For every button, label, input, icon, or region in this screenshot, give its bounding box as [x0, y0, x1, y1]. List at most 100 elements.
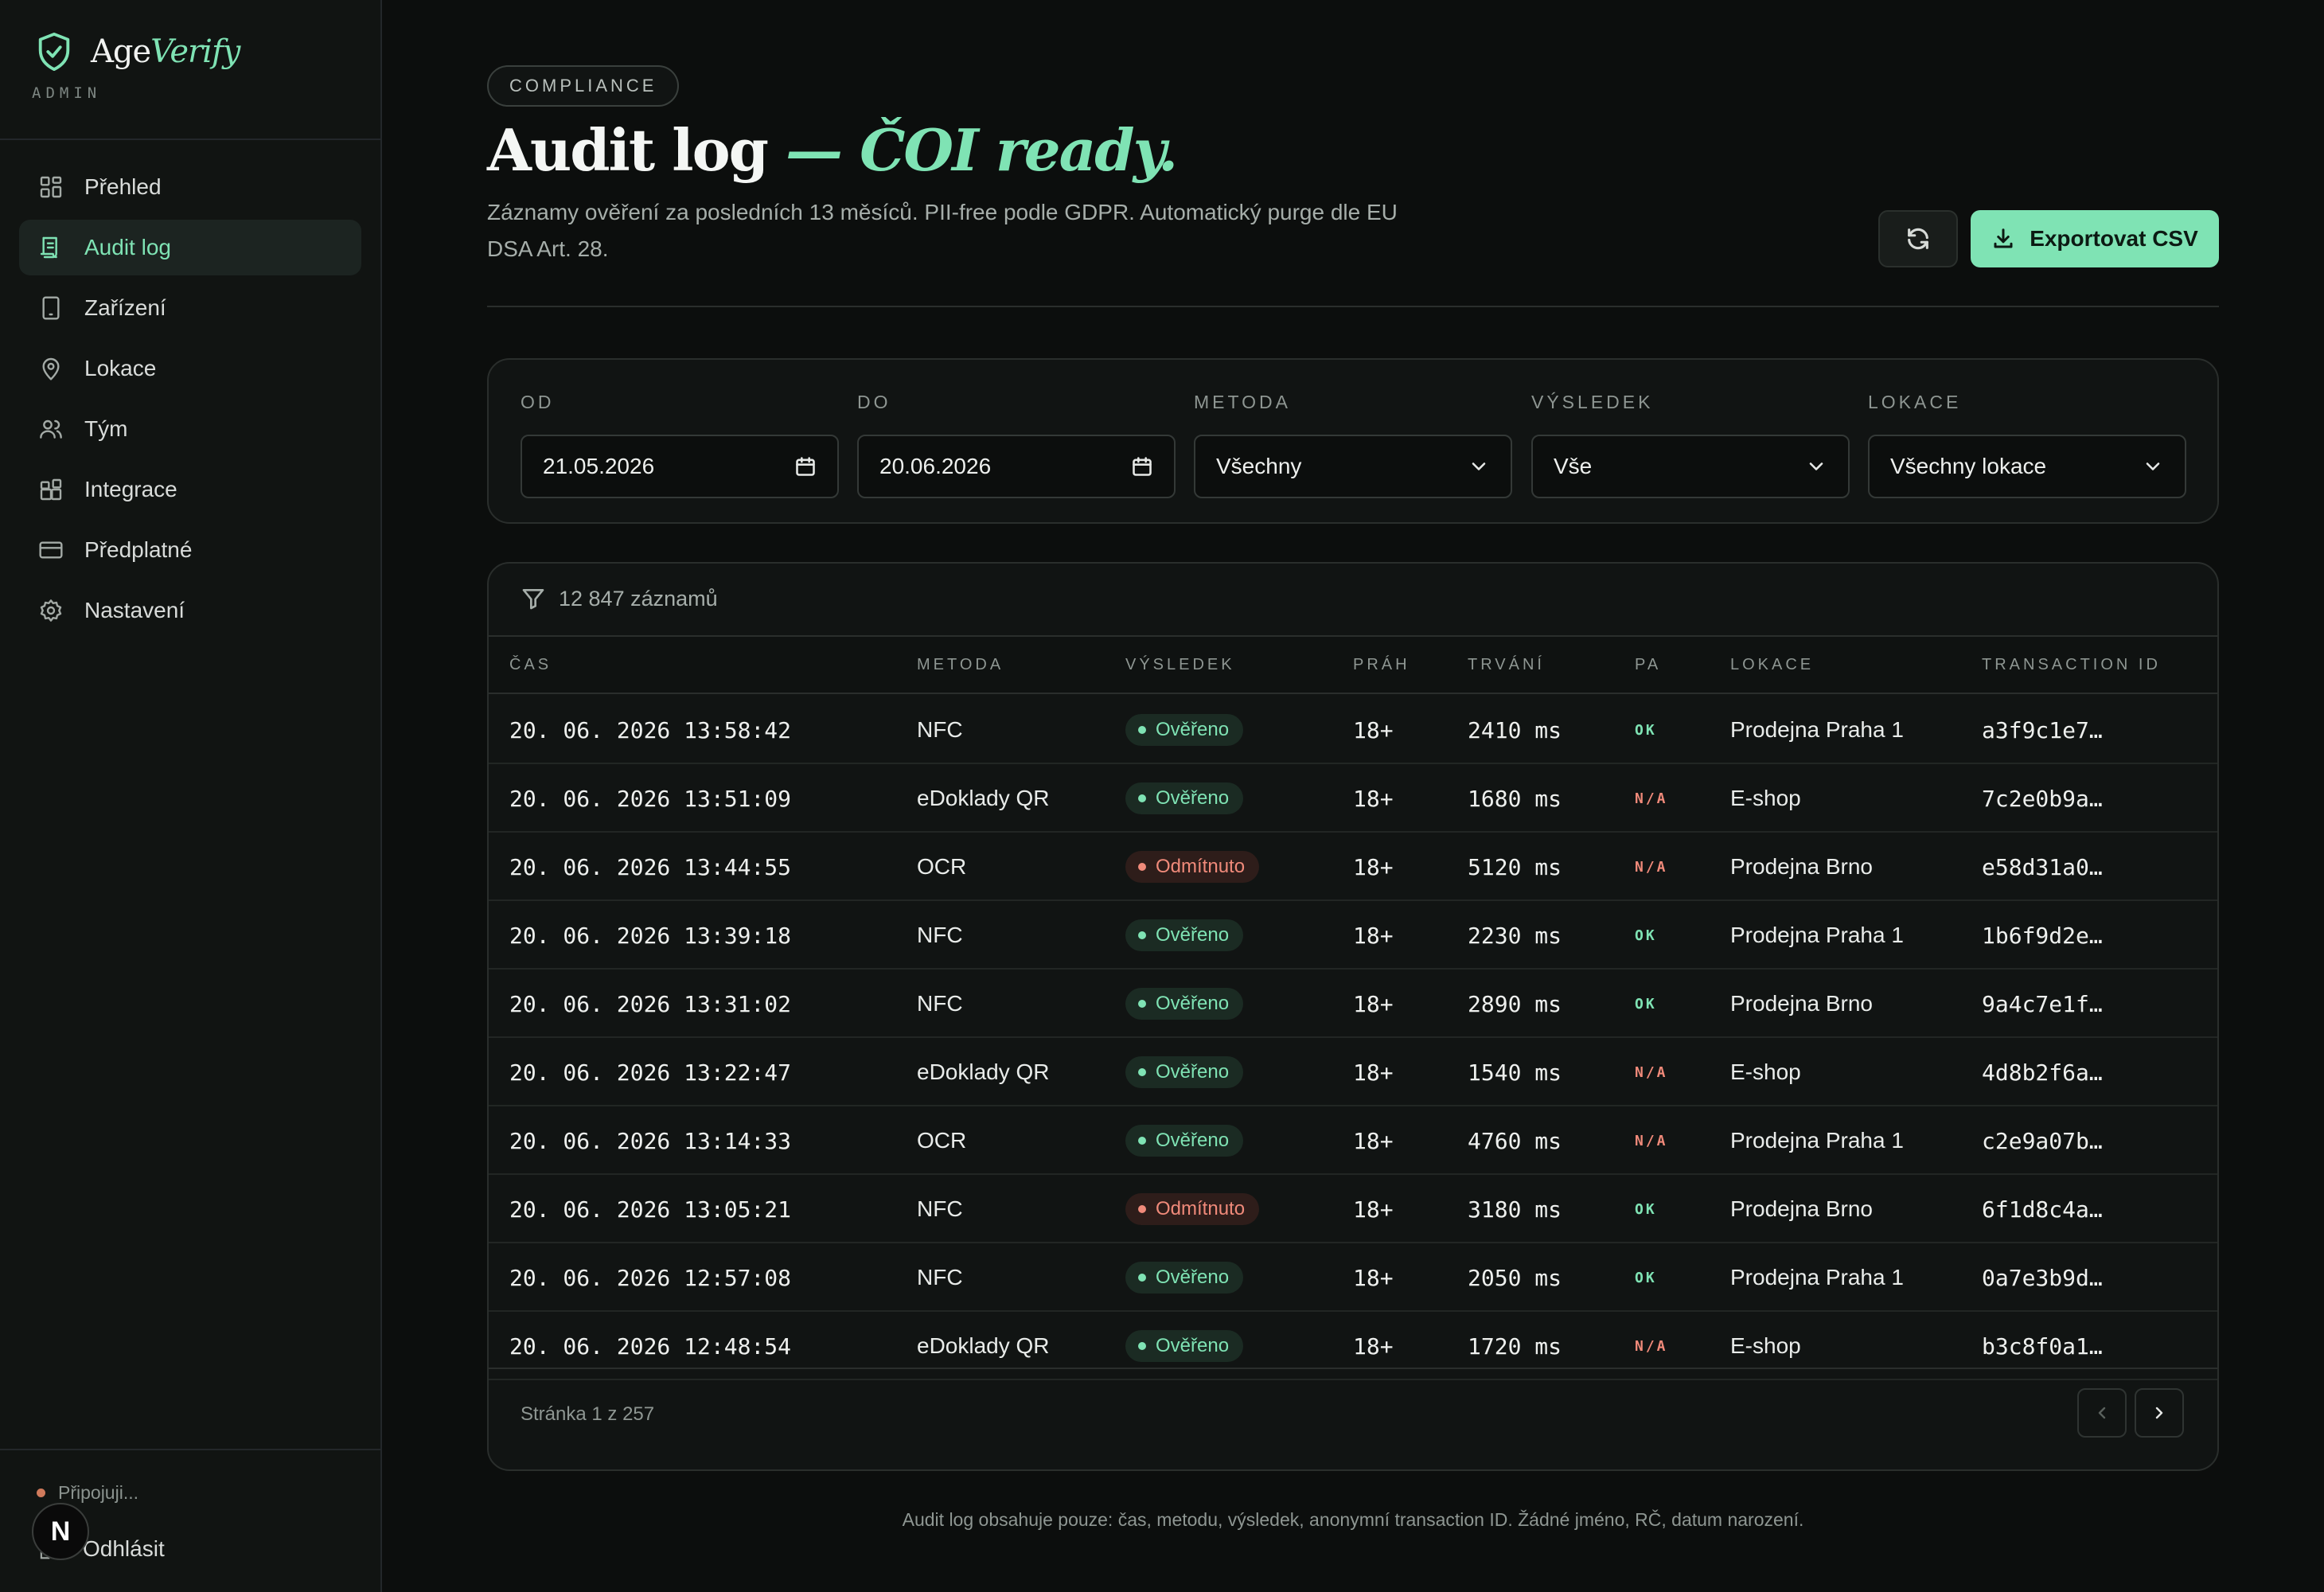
column-header-duration[interactable]: TRVÁNÍ [1468, 656, 1545, 674]
filter-location: LOKACE Všechny lokace [1868, 392, 2186, 498]
sidebar-item-prehled[interactable]: Přehled [19, 159, 361, 215]
status-dot [1138, 863, 1146, 871]
cell-transaction-id: a3f9c1e7… [1982, 696, 2103, 764]
pa-status: OK [1635, 721, 1657, 739]
status-badge-label: Odmítnuto [1156, 1198, 1246, 1219]
next-page-button[interactable] [2135, 1388, 2184, 1438]
export-csv-button[interactable]: Exportovat CSV [1971, 210, 2219, 267]
sidebar-item-tym[interactable]: Tým [19, 401, 361, 457]
cell-threshold-text: 18+ [1353, 1196, 1394, 1223]
shield-check-icon [35, 32, 73, 72]
filter-method: METODA Všechny [1194, 392, 1512, 498]
cell-result: Odmítnuto [1125, 833, 1260, 901]
cell-duration-text: 2890 ms [1468, 990, 1562, 1017]
column-header-time[interactable]: ČAS [509, 656, 552, 674]
column-header-transaction-id[interactable]: TRANSACTION ID [1982, 656, 2161, 674]
table-row[interactable]: 20. 06. 2026 13:14:33 OCR Ověřeno 18+ 4760 m… [489, 1106, 2217, 1175]
location-select[interactable]: Všechny lokace [1868, 435, 2186, 498]
table-row[interactable]: 20. 06. 2026 13:44:55 OCR Odmítnuto 18+ 5120… [489, 833, 2217, 901]
cell-method-text: eDoklady QR [917, 1333, 1050, 1358]
filter-label: VÝSLEDEK [1531, 392, 1654, 412]
sidebar-item-zarizeni[interactable]: Zařízení [19, 280, 361, 336]
column-header-pa[interactable]: PA [1635, 656, 1661, 674]
cell-transaction-id-text: 0a7e3b9d… [1982, 1264, 2103, 1291]
sidebar-item-lokace[interactable]: Lokace [19, 341, 361, 396]
cell-location-text: Prodejna Praha 1 [1730, 1265, 1904, 1290]
status-badge-label: Ověřeno [1156, 1266, 1230, 1288]
cell-time-text: 20. 06. 2026 12:57:08 [509, 1264, 792, 1291]
sidebar-item-predplatne[interactable]: Předplatné [19, 522, 361, 578]
brand-subtitle: ADMIN [32, 84, 102, 102]
cell-threshold: 18+ [1353, 1038, 1394, 1106]
connection-status-label: Připojuji... [58, 1482, 138, 1503]
status-badge-label: Ověřeno [1156, 1061, 1230, 1083]
avatar[interactable]: N [32, 1503, 89, 1560]
table-row[interactable]: 20. 06. 2026 13:51:09 eDoklady QR Ověřeno 1… [489, 764, 2217, 833]
result-select[interactable]: Vše [1531, 435, 1850, 498]
cell-method-text: NFC [917, 717, 963, 742]
logout-button[interactable]: Odhlásit [83, 1536, 165, 1562]
status-badge-label: Ověřeno [1156, 993, 1230, 1014]
filter-result: VÝSLEDEK Vše [1531, 392, 1850, 498]
cell-transaction-id-text: a3f9c1e7… [1982, 716, 2103, 743]
sidebar-item-audit-log[interactable]: Audit log [19, 220, 361, 275]
cell-duration-text: 3180 ms [1468, 1196, 1562, 1223]
cell-method-text: NFC [917, 1196, 963, 1221]
cell-method: NFC [917, 1175, 963, 1243]
cell-location-text: Prodejna Brno [1730, 991, 1874, 1016]
divider [487, 306, 2219, 307]
cell-transaction-id-text: b3c8f0a1… [1982, 1333, 2103, 1360]
cell-threshold: 18+ [1353, 1175, 1394, 1243]
refresh-icon [1908, 228, 1928, 250]
cell-transaction-id: c2e9a07b… [1982, 1106, 2103, 1175]
cell-method-text: eDoklady QR [917, 786, 1050, 810]
column-header-result[interactable]: VÝSLEDEK [1125, 656, 1235, 674]
cell-threshold: 18+ [1353, 1243, 1394, 1312]
status-badge: Ověřeno [1125, 919, 1244, 951]
cell-threshold-text: 18+ [1353, 990, 1394, 1017]
cell-duration-text: 2410 ms [1468, 716, 1562, 743]
cell-method-text: OCR [917, 854, 967, 879]
cell-location: E-shop [1730, 764, 1801, 833]
cell-method: NFC [917, 970, 963, 1038]
table-row[interactable]: 20. 06. 2026 13:58:42 NFC Ověřeno 18+ 2410 m… [489, 696, 2217, 764]
cell-method: OCR [917, 1106, 966, 1175]
cell-duration-text: 5120 ms [1468, 853, 1562, 880]
status-dot [37, 1489, 45, 1497]
cell-pa: N/A [1635, 833, 1668, 901]
table-row[interactable]: 20. 06. 2026 12:57:08 NFC Ověřeno 18+ 2050 m… [489, 1243, 2217, 1312]
section-pill: COMPLIANCE [487, 65, 680, 107]
cell-pa: OK [1635, 1175, 1657, 1243]
date-from-value: 21.05.2026 [543, 454, 655, 478]
status-badge-label: Ověřeno [1156, 924, 1230, 946]
column-header-method[interactable]: METODA [917, 656, 1004, 674]
gear-icon [40, 599, 62, 622]
column-header-location[interactable]: LOKACE [1730, 656, 1814, 674]
table-row[interactable]: 20. 06. 2026 13:39:18 NFC Ověřeno 18+ 2230 m… [489, 901, 2217, 970]
date-from-input[interactable]: 21.05.2026 [521, 435, 839, 498]
prev-page-button[interactable] [2077, 1388, 2127, 1438]
table-row[interactable]: 20. 06. 2026 13:31:02 NFC Ověřeno 18+ 2890 m… [489, 970, 2217, 1038]
cell-result: Odmítnuto [1125, 1175, 1260, 1243]
method-select[interactable]: Všechny [1194, 435, 1512, 498]
cell-method: OCR [917, 833, 966, 901]
cell-threshold-text: 18+ [1353, 1127, 1394, 1154]
sidebar-item-integrace[interactable]: Integrace [19, 462, 361, 517]
footer-note: Audit log obsahuje pouze: čas, metodu, v… [902, 1509, 1804, 1530]
brand-logo[interactable]: AgeVerify [35, 32, 240, 72]
cell-location: Prodejna Brno [1730, 833, 1873, 901]
cell-threshold-text: 18+ [1353, 853, 1394, 880]
cell-transaction-id: 6f1d8c4a… [1982, 1175, 2103, 1243]
status-dot [1138, 1000, 1146, 1008]
table-row[interactable]: 20. 06. 2026 13:22:47 eDoklady QR Ověřeno 1… [489, 1038, 2217, 1106]
cell-method: NFC [917, 1243, 963, 1312]
refresh-button[interactable] [1878, 210, 1958, 267]
date-to-input[interactable]: 20.06.2026 [857, 435, 1176, 498]
column-header-threshold[interactable]: PRÁH [1353, 656, 1410, 674]
table-row[interactable]: 20. 06. 2026 13:05:21 NFC Odmítnuto 18+ 3180… [489, 1175, 2217, 1243]
sidebar-item-label: Přehled [84, 174, 162, 199]
status-badge: Ověřeno [1125, 782, 1244, 814]
cell-duration: 1540 ms [1468, 1038, 1562, 1106]
cell-threshold-text: 18+ [1353, 922, 1394, 949]
sidebar-item-nastaveni[interactable]: Nastavení [19, 583, 361, 638]
